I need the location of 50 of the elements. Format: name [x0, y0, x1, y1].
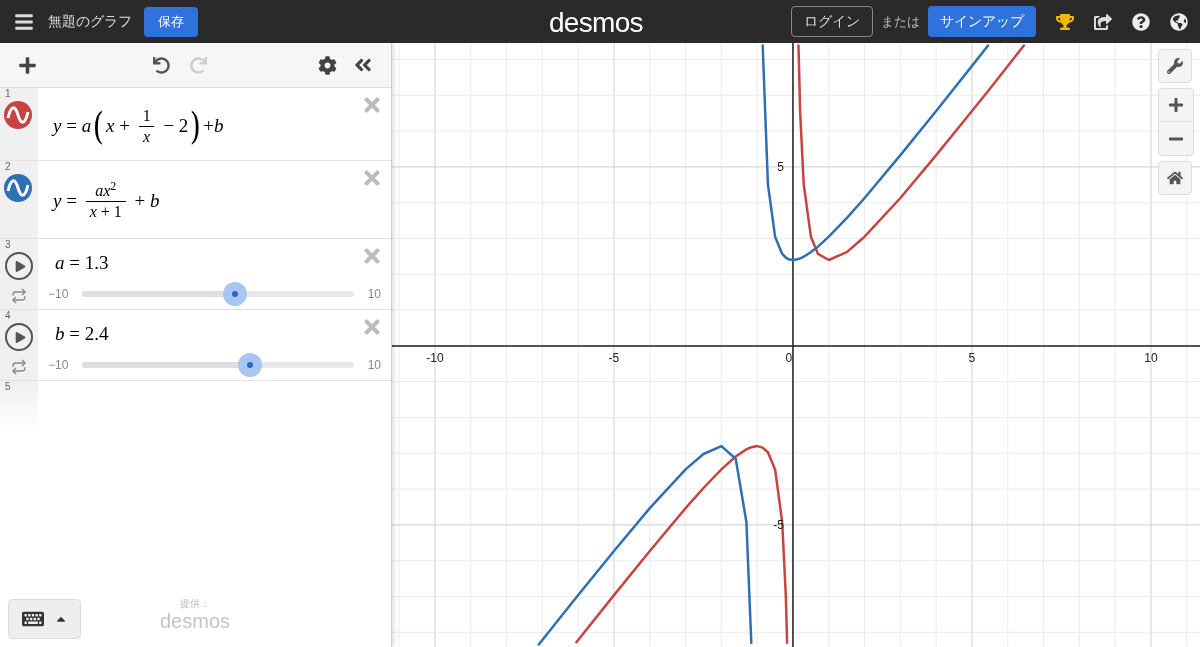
function-curves-drawing[interactable]	[537, 44, 1026, 646]
slider-thumb[interactable]	[238, 352, 263, 377]
repeat-icon[interactable]	[11, 288, 27, 304]
trophy-icon[interactable]	[1056, 12, 1074, 31]
plus-icon[interactable]	[1168, 97, 1184, 113]
wrench-icon[interactable]	[1158, 49, 1192, 83]
slider-min-label: −10	[48, 356, 70, 374]
axis-tick-label: 5	[777, 159, 784, 174]
play-icon[interactable]	[14, 260, 26, 272]
expression-number: 3	[4, 239, 11, 250]
slider-max-label: 10	[366, 356, 381, 374]
slider-max-label: 10	[366, 285, 381, 303]
axis-tick-label: 0	[785, 350, 793, 365]
login-button[interactable]: ログイン	[791, 6, 873, 37]
expression-number: 1	[4, 88, 11, 99]
menu-icon[interactable]	[14, 11, 34, 32]
home-icon[interactable]	[1158, 161, 1192, 195]
slider-min-label: −10	[48, 285, 70, 303]
or-label: または	[881, 12, 920, 31]
slider-track[interactable]	[82, 281, 354, 306]
signup-button[interactable]: サインアップ	[928, 6, 1036, 37]
axis-tick-label: 10	[1144, 350, 1158, 365]
play-icon[interactable]	[14, 331, 26, 343]
wave-icon[interactable]	[4, 101, 32, 129]
wave-icon[interactable]	[4, 174, 32, 202]
add-icon[interactable]	[18, 55, 37, 75]
share-icon[interactable]	[1094, 12, 1112, 31]
undo-icon[interactable]	[153, 56, 170, 74]
expression-number: 5	[4, 381, 11, 392]
play-button[interactable]	[5, 323, 33, 351]
expression-number: 2	[4, 161, 11, 172]
help-icon[interactable]	[1132, 12, 1150, 31]
logo: desmos	[549, 6, 643, 40]
math-formula[interactable]: a = 1.3	[38, 249, 109, 278]
repeat-icon[interactable]	[11, 359, 27, 375]
globe-icon[interactable]	[1170, 12, 1188, 31]
keyboard-button[interactable]	[8, 599, 81, 639]
math-formula[interactable]: b = 2.4	[38, 320, 109, 349]
slider-thumb[interactable]	[223, 281, 248, 306]
credit-label: 提供：	[180, 599, 210, 609]
math-formula[interactable]: y = ax$^{2}$ x + 1 + b	[38, 181, 160, 222]
expression-number: 4	[4, 310, 11, 321]
axis-tick-label: 5	[968, 350, 976, 365]
save-button[interactable]: 保存	[144, 6, 198, 37]
settings-icon[interactable]	[318, 55, 337, 75]
axis-tick-label: -5	[608, 350, 620, 365]
play-button[interactable]	[5, 252, 33, 280]
slider-track[interactable]	[82, 352, 354, 377]
graph-title[interactable]: 無題のグラフ	[48, 11, 132, 32]
axis-tick-label: -10	[426, 350, 444, 365]
